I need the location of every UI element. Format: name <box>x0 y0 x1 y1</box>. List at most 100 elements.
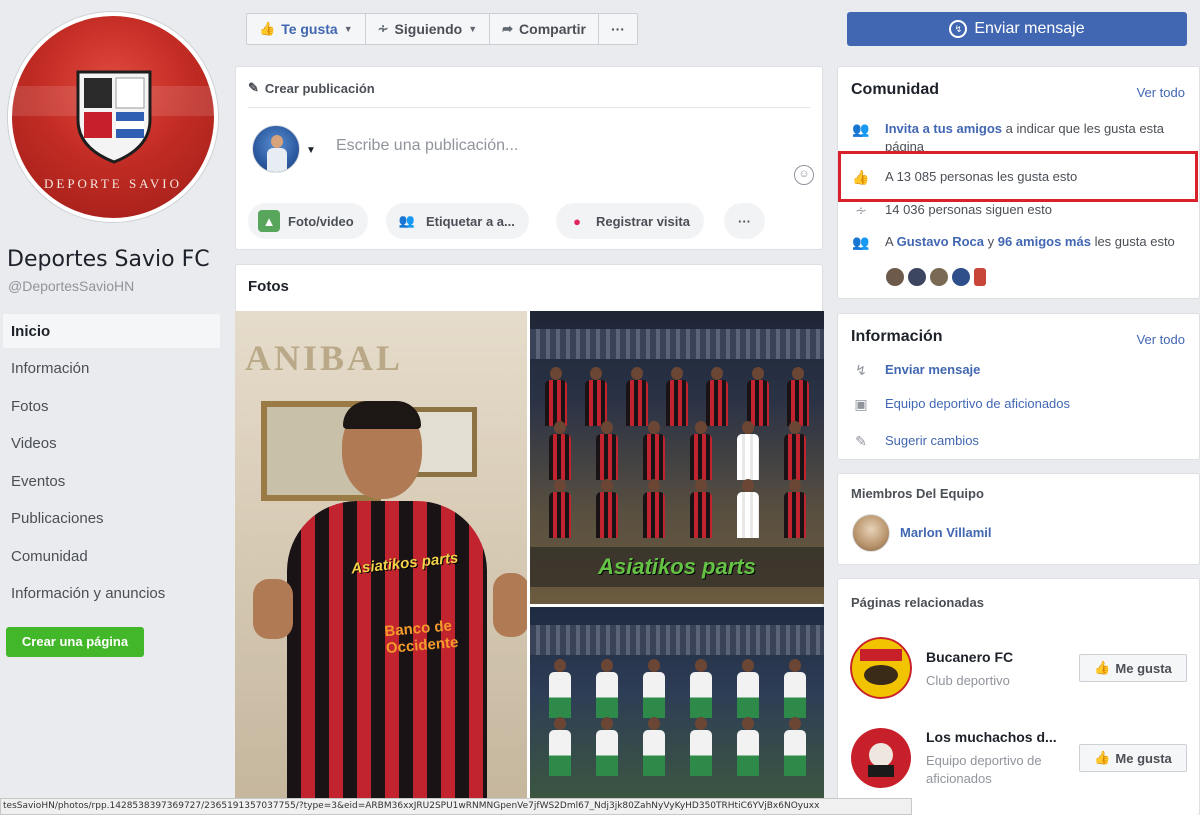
divider <box>248 107 810 108</box>
player <box>642 421 666 481</box>
create-post-header[interactable]: ✎ Crear publicación <box>248 80 375 96</box>
like-label: Te gusta <box>281 21 338 37</box>
player <box>689 421 713 481</box>
friends-more-link[interactable]: 96 amigos más <box>998 234 1091 249</box>
create-post-card: ✎ Crear publicación ▼ Escribe una public… <box>235 66 823 250</box>
nav-item-comunidad[interactable]: Comunidad <box>0 539 220 577</box>
member-avatar[interactable] <box>852 514 890 552</box>
info-send-message-link[interactable]: Enviar mensaje <box>885 361 980 379</box>
thumbs-up-icon: 👍 <box>259 21 276 36</box>
friends-like-row: 👥 A Gustavo Roca y 96 amigos más les gus… <box>851 233 1185 251</box>
friend-avatar[interactable] <box>974 268 986 286</box>
composer-more-button[interactable]: ··· <box>724 203 765 239</box>
more-dots-icon: ··· <box>738 213 751 229</box>
friend-avatar[interactable] <box>886 268 904 286</box>
player <box>689 659 713 719</box>
pencil-icon: ✎ <box>248 80 259 95</box>
player <box>746 367 770 427</box>
player <box>642 659 666 719</box>
like-page-button[interactable]: 👍 Me gusta <box>1079 654 1187 682</box>
like-button[interactable]: 👍 Te gusta ▼ <box>247 14 366 44</box>
likes-highlight-box <box>838 151 1198 202</box>
more-options-button[interactable]: ··· <box>599 14 637 44</box>
page-handle[interactable]: @DeportesSavioHN <box>8 278 134 294</box>
chevron-down-icon: ▼ <box>468 24 478 34</box>
checkin-label: Registrar visita <box>596 213 690 229</box>
bucanero-logo[interactable] <box>850 637 912 699</box>
photo-video-button[interactable]: ▲ Foto/video <box>248 203 368 239</box>
like-page-button[interactable]: 👍 Me gusta <box>1079 744 1187 772</box>
friend-avatar[interactable] <box>952 268 970 286</box>
stadium-stands <box>530 329 824 359</box>
emoji-icon[interactable]: ☺ <box>794 165 814 185</box>
information-see-all-link[interactable]: Ver todo <box>1137 332 1185 347</box>
post-input[interactable]: Escribe una publicación... <box>336 137 518 155</box>
send-message-label: Enviar mensaje <box>974 20 1085 37</box>
chevron-down-icon[interactable]: ▼ <box>306 145 316 156</box>
tag-people-label: Etiquetar a a... <box>426 213 515 229</box>
rss-icon: ∻ <box>377 21 389 36</box>
follow-icon: ∻ <box>855 202 867 218</box>
nav-item-videos[interactable]: Videos <box>0 426 220 464</box>
photo-team-red[interactable]: Asiatikos parts <box>530 311 824 604</box>
nav-item-fotos[interactable]: Fotos <box>0 389 220 427</box>
checkin-button[interactable]: ● Registrar visita <box>556 203 704 239</box>
photo-icon: ▲ <box>258 210 280 232</box>
photo-player-in-jersey[interactable]: ANIBAL Asiatikos parts Banco de Occident… <box>235 311 527 815</box>
team-front-row <box>536 717 818 777</box>
nav-item-info-anuncios[interactable]: Información y anuncios <box>0 576 220 614</box>
friends-prefix: A <box>885 234 897 249</box>
nav-item-inicio[interactable]: Inicio <box>3 314 220 348</box>
player <box>548 659 572 719</box>
share-button[interactable]: ➦ Compartir <box>490 14 599 44</box>
crest-caption: DEPORTE SAVIO <box>43 176 183 191</box>
related-page-category: Club deportivo <box>926 673 1010 688</box>
page-title: Deportes Savio FC <box>7 247 210 272</box>
los-muchachos-logo[interactable] <box>850 727 912 789</box>
player <box>595 659 619 719</box>
information-card: Información Ver todo ↯ Enviar mensaje ▣ … <box>837 313 1200 460</box>
invite-friends-link[interactable]: Invita a tus amigos <box>885 121 1002 136</box>
community-see-all-link[interactable]: Ver todo <box>1137 85 1185 100</box>
friend-avatar[interactable] <box>930 268 948 286</box>
page-nav: Inicio Información Fotos Videos Eventos … <box>0 314 220 614</box>
info-suggest-row: ✎ Sugerir cambios <box>851 432 1185 450</box>
player <box>625 367 649 427</box>
club-crest-icon <box>76 70 152 164</box>
photos-title[interactable]: Fotos <box>248 278 289 295</box>
profile-picture[interactable]: DEPORTE SAVIO <box>8 12 218 222</box>
member-name-link[interactable]: Marlon Villamil <box>900 525 992 540</box>
photo-team-green[interactable] <box>530 607 824 815</box>
photos-card: Fotos ANIBAL Asiatikos parts Banco de Oc… <box>235 264 824 815</box>
info-category-link[interactable]: Equipo deportivo de aficionados <box>885 395 1070 413</box>
related-pages-title: Páginas relacionadas <box>851 595 984 610</box>
nav-item-informacion[interactable]: Información <box>0 351 220 389</box>
tag-people-button[interactable]: 👥 Etiquetar a a... <box>386 203 529 239</box>
send-message-button[interactable]: ↯ Enviar mensaje <box>847 12 1187 46</box>
like-page-label: Me gusta <box>1115 660 1172 676</box>
player <box>689 479 713 539</box>
player <box>548 479 572 539</box>
category-icon: ▣ <box>854 396 868 412</box>
player <box>665 367 689 427</box>
player <box>548 421 572 481</box>
info-category-row: ▣ Equipo deportivo de aficionados <box>851 395 1185 413</box>
create-page-button[interactable]: Crear una página <box>6 627 144 657</box>
suggest-edits-link[interactable]: Sugerir cambios <box>885 432 979 450</box>
left-column: DEPORTE SAVIO Deportes Savio FC @Deporte… <box>0 0 232 815</box>
player <box>642 479 666 539</box>
followers-count: 14 036 personas siguen esto <box>885 202 1052 217</box>
player <box>595 717 619 777</box>
following-button[interactable]: ∻ Siguiendo ▼ <box>366 14 491 44</box>
more-dots-icon: ··· <box>610 21 625 37</box>
nav-item-eventos[interactable]: Eventos <box>0 464 220 502</box>
team-middle-row <box>536 421 818 481</box>
player <box>595 479 619 539</box>
nav-item-publicaciones[interactable]: Publicaciones <box>0 501 220 539</box>
related-page-name[interactable]: Bucanero FC <box>926 649 1013 665</box>
friend-link-gustavo[interactable]: Gustavo Roca <box>897 234 984 249</box>
page-avatar[interactable] <box>252 125 300 173</box>
player <box>736 479 760 539</box>
related-page-name[interactable]: Los muchachos d... <box>926 729 1057 745</box>
friend-avatar[interactable] <box>908 268 926 286</box>
